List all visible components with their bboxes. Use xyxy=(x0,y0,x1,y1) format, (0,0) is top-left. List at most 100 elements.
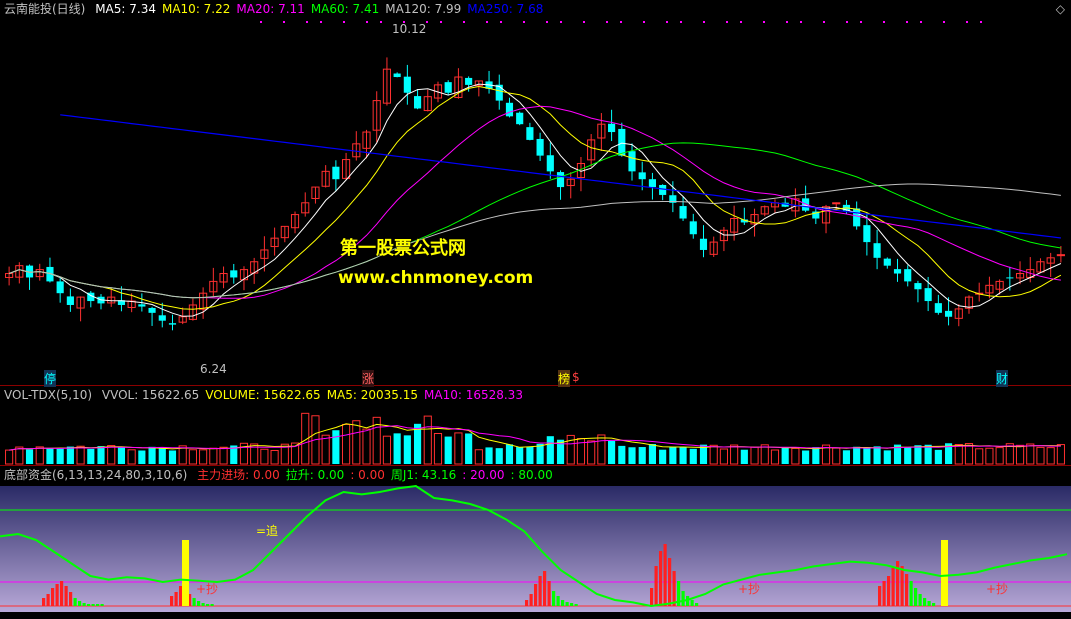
capital-bar xyxy=(882,581,886,606)
indicator-panel[interactable]: 底部资金(6,13,13,24,80,3,10,6) 主力进场: 0.00 拉升:… xyxy=(0,466,1071,619)
tag-finance: 财 xyxy=(996,370,1009,387)
candle-body xyxy=(1006,277,1014,279)
candle-body xyxy=(393,73,401,78)
capital-bar xyxy=(668,558,672,606)
capital-bar xyxy=(878,586,882,606)
chase-signal-bar xyxy=(941,540,948,606)
capital-bar xyxy=(206,604,210,606)
ma-line-20 xyxy=(8,105,1061,299)
capital-bar xyxy=(179,586,183,606)
capital-bar xyxy=(570,603,574,606)
volume-bar xyxy=(474,449,483,465)
vol-legend-item-1: VOLUME: 15622.65 xyxy=(205,388,321,402)
volume-bar xyxy=(433,432,443,465)
volume-bar xyxy=(5,449,14,465)
candle-body xyxy=(444,82,452,93)
candle-body xyxy=(883,258,891,266)
volume-bar xyxy=(219,446,228,465)
volume-bar xyxy=(546,436,554,464)
signal-dot xyxy=(343,21,345,23)
candle-body xyxy=(66,296,74,305)
volume-bar xyxy=(750,446,759,465)
signal-dot xyxy=(846,21,848,23)
volume-bar xyxy=(526,446,534,464)
signal-dot xyxy=(786,21,788,23)
volume-bar xyxy=(587,440,596,465)
capital-bar xyxy=(42,598,46,606)
candle-body xyxy=(659,184,667,195)
candle-body xyxy=(505,102,514,117)
signal-dot xyxy=(643,21,645,23)
capital-bar xyxy=(663,544,667,606)
candle-body xyxy=(168,323,177,325)
volume-bar xyxy=(802,450,810,464)
volume-bar xyxy=(853,446,861,464)
candle-body xyxy=(148,307,156,313)
volume-bar xyxy=(618,445,626,464)
chase-label: =追 xyxy=(256,524,279,538)
volume-bar xyxy=(107,445,116,465)
price-panel[interactable]: 云南能投(日线) MA5: 7.34 MA10: 7.22 MA20: 7.11 MA… xyxy=(0,0,1071,387)
candle-body xyxy=(138,304,146,307)
volume-bar xyxy=(393,433,401,464)
signal-dot xyxy=(500,21,502,23)
capital-bar xyxy=(918,594,922,606)
volume-bar xyxy=(168,450,177,464)
indicator-legend: 主力进场: 0.00 拉升: 0.00: 0.00 周J1: 43.16: 20.0… xyxy=(197,468,559,482)
signal-dot xyxy=(680,21,682,23)
capital-bar xyxy=(923,598,927,606)
capital-bar xyxy=(565,602,569,606)
signal-dot xyxy=(380,21,382,23)
signal-dot xyxy=(306,21,308,23)
volume-bar xyxy=(689,448,697,464)
volume-bar xyxy=(608,440,616,464)
candle-body xyxy=(934,303,942,313)
ind-legend-item-5: : 80.00 xyxy=(510,468,553,482)
volume-bar xyxy=(342,423,351,465)
signal-dot xyxy=(320,21,322,23)
volume-header: VOL-TDX(5,10) VVOL: 15622.65 VOLUME: 1562… xyxy=(0,386,535,404)
volume-bar xyxy=(260,448,269,465)
ma-legend-item-0: MA5: 7.34 xyxy=(95,2,156,16)
volume-bar xyxy=(403,435,411,464)
volume-bar xyxy=(209,447,218,465)
volume-bar xyxy=(516,447,524,464)
tag-dollar: $ xyxy=(572,370,580,384)
signal-dot xyxy=(763,21,765,23)
candle-body xyxy=(413,96,422,109)
volume-panel[interactable]: VOL-TDX(5,10) VVOL: 15622.65 VOLUME: 1562… xyxy=(0,386,1071,465)
indicator-chart[interactable] xyxy=(0,466,1071,619)
signal-dot xyxy=(860,21,862,23)
volume-bar xyxy=(975,448,984,465)
capital-bar xyxy=(525,600,529,606)
signal-dot xyxy=(366,21,368,23)
volume-bar xyxy=(679,447,687,464)
capital-bar xyxy=(909,581,913,606)
candle-body xyxy=(904,269,912,282)
signal-dot xyxy=(560,21,562,23)
volume-bar xyxy=(505,444,514,464)
capital-bar xyxy=(900,566,904,606)
volume-bar xyxy=(423,415,432,465)
capital-bar xyxy=(100,604,104,606)
volume-bar xyxy=(1046,447,1055,465)
volume-bar xyxy=(730,444,739,465)
volume-bar xyxy=(148,446,156,464)
volume-bar xyxy=(76,445,85,465)
ma-line-40 xyxy=(8,142,1061,299)
price-chart[interactable] xyxy=(0,0,1071,385)
capital-bar xyxy=(574,604,578,606)
watermark-title: 第一股票公式网 xyxy=(340,238,466,259)
capital-bar xyxy=(73,598,77,606)
volume-bar xyxy=(362,428,371,465)
volume-bar xyxy=(873,446,881,464)
ma-line-250 xyxy=(60,114,1061,239)
signal-dot xyxy=(260,21,262,23)
candle-body xyxy=(526,127,534,140)
vol-legend-item-2: MA5: 20035.15 xyxy=(326,388,418,402)
volume-bar xyxy=(1015,444,1025,465)
capital-bar xyxy=(556,596,560,606)
signal-dot xyxy=(463,21,465,23)
high-price-label: 10.12 xyxy=(392,22,427,36)
signal-dot xyxy=(726,21,728,23)
